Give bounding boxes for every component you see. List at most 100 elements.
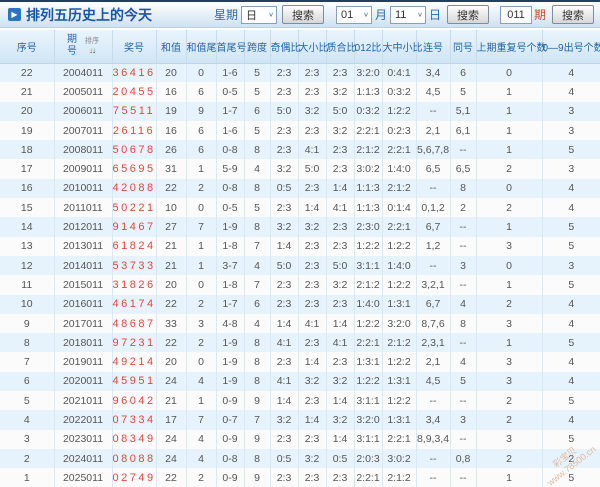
table-row: 21 2005011 20455 16 6 0-5 5 2:3 2:3 3:2 1:1:3 0:3:2… (0, 82, 600, 102)
table-row: 12 2014011 53733 21 1 3-7 4 5:0 2:3 5:0 3:1:1 1:4:0… (0, 255, 600, 276)
cell-issue: 2011011 (54, 198, 113, 218)
cell-same-number: 6 (450, 63, 477, 83)
cell-first-last: 1-9 (216, 352, 245, 372)
cell-prime-composite-ratio: 1:4 (326, 429, 355, 449)
cell-digit-count: 5 (568, 221, 575, 234)
cell-prize: 36416 (112, 63, 157, 83)
cell-odd-even-ratio: 2:3 (270, 120, 299, 141)
cell-big-small-ratio: 4:1 (298, 140, 327, 160)
col-header-big-small: 大小比 (298, 30, 329, 64)
cell-issue: 2018011 (54, 333, 113, 353)
col-header-sum-tail: 和值尾 (186, 30, 217, 64)
cell-first-last: 1-8 (216, 275, 245, 295)
cell-prize: 96042 (112, 391, 157, 411)
cell-digit-count: 5 (568, 471, 575, 484)
cell-012-ratio: 2:2:1 (354, 468, 383, 487)
col-header-prize: 奖号 (112, 30, 157, 64)
cell-sum-tail: 7 (186, 410, 217, 430)
cell-012-ratio: 3:2:0 (354, 410, 383, 430)
cell-repeat-count: 3 (476, 313, 543, 334)
cell-same-number: 4 (450, 352, 477, 372)
table-row: 22 2004011 36416 20 0 1-6 5 2:3 2:3 2:3 3:2:0 0:4:1… (0, 63, 600, 83)
cell-012-ratio: 1:2:2 (354, 313, 383, 334)
cell-prize: 91467 (112, 217, 157, 237)
cell-012-ratio: 1:1:3 (354, 178, 383, 199)
cell-odd-even-ratio: 3:2 (270, 217, 299, 237)
month-select[interactable]: 01 ∨ (335, 5, 372, 24)
cell-odd-even-ratio: 1:4 (270, 391, 299, 411)
cell-span: 4 (244, 255, 271, 276)
cell-prize: 26116 (112, 120, 157, 141)
week-select[interactable]: 日 ∨ (240, 5, 277, 24)
table-row: 9 2017011 48687 33 3 4-8 4 1:4 4:1 1:4 1:2:2 3:2:0 8… (0, 313, 600, 334)
cell-sum: 20 (156, 275, 187, 295)
day-select[interactable]: 11 ∨ (389, 5, 426, 24)
cell-prize: 45951 (112, 371, 157, 392)
cell-repeat-count: 2 (476, 198, 543, 218)
cell-big-small-ratio: 1:4 (298, 198, 327, 218)
cell-odd-even-ratio: 1:4 (270, 313, 299, 334)
cell-same-number: 6,5 (450, 159, 477, 179)
cell-span: 7 (244, 410, 271, 430)
cell-same-number: 2 (450, 198, 477, 218)
cell-first-last: 1-9 (216, 217, 245, 237)
cell-index: 1 (0, 468, 55, 487)
cell-big-mid-small-ratio: 3:2:0 (382, 313, 417, 334)
sort-asc-icon[interactable]: ↓ (92, 46, 96, 55)
cell-prime-composite-ratio: 2:3 (326, 217, 355, 237)
issue-input[interactable] (499, 5, 532, 24)
cell-index: 10 (0, 294, 55, 314)
cell-index: 18 (0, 140, 55, 160)
cell-prime-composite-ratio: 2:3 (326, 159, 355, 179)
cell-consecutive: 3,4 (416, 63, 451, 83)
cell-issue: 2004011 (54, 63, 113, 83)
cell-prize: 61824 (112, 236, 157, 256)
cell-span: 6 (244, 294, 271, 314)
cell-repeat-count: 2 (476, 391, 543, 411)
cell-issue: 2013011 (54, 236, 113, 256)
cell-sum-tail: 1 (186, 255, 217, 276)
cell-012-ratio: 1:2:2 (354, 371, 383, 392)
cell-digit-count: 4 (568, 201, 575, 214)
cell-index: 17 (0, 159, 55, 179)
cell-odd-even-ratio: 2:3 (270, 294, 299, 314)
cell-prime-composite-ratio: 3:2 (326, 410, 355, 430)
cell-sum: 24 (156, 448, 187, 469)
search-issue-button[interactable]: 搜索 (552, 5, 594, 24)
cell-odd-even-ratio: 0:5 (270, 448, 299, 469)
search-date-button[interactable]: 搜索 (446, 5, 489, 24)
cell-index: 14 (0, 217, 55, 237)
cell-span: 4 (244, 313, 271, 334)
cell-repeat-count: 1 (476, 82, 543, 102)
cell-index: 4 (0, 410, 55, 430)
cell-first-last: 0-8 (216, 178, 245, 199)
table-row: 7 2019011 49214 20 0 1-9 8 2:3 1:4 2:3 1:3:1 1:2:2 2… (0, 352, 600, 372)
cell-odd-even-ratio: 5:0 (270, 101, 299, 121)
cell-sum: 20 (156, 63, 187, 83)
cell-odd-even-ratio: 2:3 (270, 429, 299, 449)
cell-issue: 2022011 (54, 410, 113, 430)
table-row: 2 2024011 08088 24 4 0-8 8 0:5 3:2 0:5 2:0:3 3:0:2-… (0, 448, 600, 469)
cell-big-mid-small-ratio: 3:0:2 (382, 448, 417, 469)
cell-first-last: 0-9 (216, 391, 245, 411)
cell-consecutive: 2,1 (416, 352, 451, 372)
cell-012-ratio: 2:3:0 (354, 217, 383, 237)
search-week-button[interactable]: 搜索 (281, 5, 324, 24)
sort-widget[interactable]: 排序 ↓↓ (84, 37, 100, 56)
cell-consecutive: 4,5 (416, 82, 451, 102)
cell-big-mid-small-ratio: 1:2:2 (382, 352, 417, 372)
cell-consecutive: -- (416, 101, 451, 121)
cell-big-mid-small-ratio: 1:4:0 (382, 255, 417, 276)
cell-span: 9 (244, 468, 271, 487)
cell-sum-tail: 2 (186, 294, 217, 314)
cell-012-ratio: 3:1:1 (354, 255, 383, 276)
cell-sum: 21 (156, 236, 187, 256)
cell-sum-tail: 1 (186, 391, 217, 411)
cell-first-last: 1-6 (216, 63, 245, 83)
cell-big-small-ratio: 2:3 (298, 255, 327, 276)
cell-consecutive: -- (416, 468, 451, 487)
cell-same-number: 5 (450, 82, 477, 102)
cell-issue: 2015011 (54, 275, 113, 295)
cell-prize: 48687 (112, 313, 157, 334)
cell-first-last: 0-9 (216, 468, 245, 487)
